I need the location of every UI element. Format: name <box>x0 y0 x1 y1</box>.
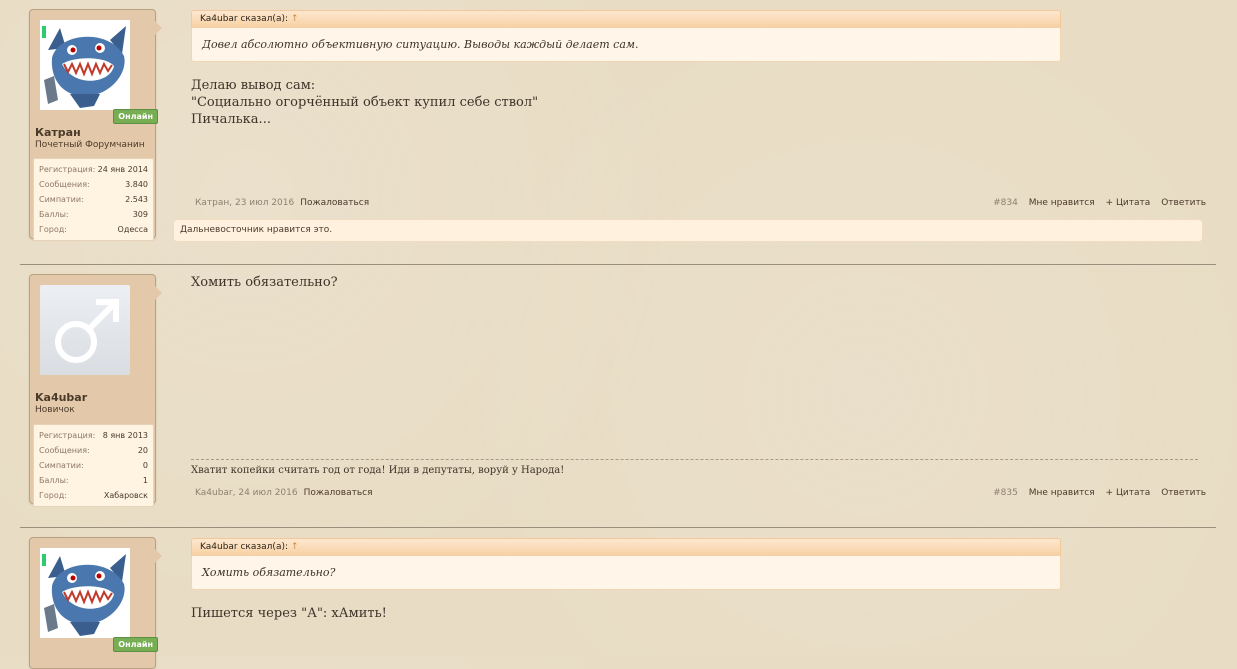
user-panel-ka4ubar: Ka4ubar Новичок Регистрация: 8 янв 2013 С… <box>29 274 162 507</box>
post-number-link[interactable]: #835 <box>993 488 1018 498</box>
post-meta: Ka4ubar, 24 июл 2016 Пожаловаться #835 Мн… <box>195 488 1206 501</box>
stat-key: Регистрация: <box>39 431 96 440</box>
stat-value: 20 <box>137 446 148 455</box>
post-byline: Ka4ubar, 24 июл 2016 Пожаловаться <box>195 488 373 498</box>
user-stats: Регистрация: 24 янв 2014 Сообщения: 3.840 … <box>33 158 154 241</box>
post-number-link[interactable]: #834 <box>993 198 1018 208</box>
message-body: Делаю вывод сам: "Социально огорчённый о… <box>191 77 538 128</box>
post-divider <box>20 264 1216 265</box>
avatar-shark[interactable] <box>40 20 130 110</box>
post-byline: Катран, 23 июл 2016 Пожаловаться <box>195 198 369 208</box>
reply-button[interactable]: Ответить <box>1161 488 1206 498</box>
online-badge: Онлайн <box>113 637 158 652</box>
message-line: Делаю вывод сам: <box>191 78 316 93</box>
stat-value: 0 <box>142 461 148 470</box>
post-divider <box>20 527 1216 528</box>
user-panel-katran: Онлайн <box>29 537 162 669</box>
stat-value: 2.543 <box>125 195 148 204</box>
stat-value: 309 <box>132 210 148 219</box>
quote-author: Ka4ubar сказал(а): <box>200 14 289 24</box>
panel-arrow <box>155 21 162 35</box>
stat-key: Город: <box>39 225 67 234</box>
post-actions: #834 Мне нравится + Цитата Ответить <box>985 198 1206 208</box>
online-badge: Онлайн <box>113 109 158 124</box>
user-stats: Регистрация: 8 янв 2013 Сообщения: 20 Симп… <box>33 424 154 507</box>
message-body: Пишется через "А": хАмить! <box>191 606 387 621</box>
stat-value: Одесса <box>117 225 148 234</box>
signature: Хватит копейки считать год от года! Иди … <box>191 465 565 476</box>
quote-text: Хомить обязательно? <box>191 556 1061 590</box>
quote-header: Ka4ubar сказал(а): ↑ <box>191 538 1061 556</box>
stat-value: 3.840 <box>125 180 148 189</box>
stat-row: Симпатии: 0 <box>34 458 153 473</box>
quote-header: Ka4ubar сказал(а): ↑ <box>191 10 1061 28</box>
stat-row: Сообщения: 20 <box>34 443 153 458</box>
message-line: "Социально огорчённый объект купил себе … <box>191 95 539 110</box>
reply-button[interactable]: Ответить <box>1161 198 1206 208</box>
stat-value: 1 <box>142 476 148 485</box>
quote-author: Ka4ubar сказал(а): <box>200 542 289 552</box>
stat-key: Город: <box>39 491 67 500</box>
quote-block: Ka4ubar сказал(а): ↑ Довел абсолютно объе… <box>191 10 1061 62</box>
post-actions: #835 Мне нравится + Цитата Ответить <box>985 488 1206 498</box>
author-date-link[interactable]: Катран, 23 июл 2016 <box>195 198 294 208</box>
stat-row: Регистрация: 24 янв 2014 <box>34 162 153 177</box>
avatar-shark[interactable] <box>40 548 130 638</box>
stat-key: Симпатии: <box>39 195 84 204</box>
panel-arrow <box>155 286 162 300</box>
stat-row: Сообщения: 3.840 <box>34 177 153 192</box>
stat-key: Баллы: <box>39 476 69 485</box>
quote-jump-link[interactable]: ↑ <box>291 542 299 552</box>
stat-value: Хабаровск <box>103 491 148 500</box>
signature-divider <box>191 459 1198 460</box>
stat-row: Регистрация: 8 янв 2013 <box>34 428 153 443</box>
report-link[interactable]: Пожаловаться <box>304 488 373 498</box>
post-meta: Катран, 23 июл 2016 Пожаловаться #834 Мне… <box>195 198 1206 211</box>
user-panel-katran: Онлайн Катран Почетный Форумчанин Регист… <box>29 9 162 241</box>
user-title: Почетный Форумчанин <box>35 140 145 150</box>
like-button[interactable]: Мне нравится <box>1029 198 1095 208</box>
stat-key: Сообщения: <box>39 446 90 455</box>
user-title: Новичок <box>35 405 75 415</box>
like-button[interactable]: Мне нравится <box>1029 488 1095 498</box>
avatar-default-male[interactable] <box>40 285 130 375</box>
author-date-link[interactable]: Ka4ubar, 24 июл 2016 <box>195 488 298 498</box>
stat-key: Сообщения: <box>39 180 90 189</box>
likes-summary[interactable]: Дальневосточник нравится это. <box>173 219 1203 242</box>
stat-value: 24 янв 2014 <box>97 165 148 174</box>
stat-value: 8 янв 2013 <box>102 431 148 440</box>
stat-key: Симпатии: <box>39 461 84 470</box>
stat-row: Баллы: 309 <box>34 207 153 222</box>
message-line: Пичалька... <box>191 112 271 127</box>
username[interactable]: Катран <box>35 126 81 139</box>
quote-block: Ka4ubar сказал(а): ↑ Хомить обязательно? <box>191 538 1061 590</box>
username[interactable]: Ka4ubar <box>35 391 87 404</box>
quote-text: Довел абсолютно объективную ситуацию. Вы… <box>191 28 1061 62</box>
stat-row: Симпатии: 2.543 <box>34 192 153 207</box>
panel-arrow <box>155 549 162 563</box>
stat-key: Баллы: <box>39 210 69 219</box>
stat-row: Баллы: 1 <box>34 473 153 488</box>
quote-jump-link[interactable]: ↑ <box>291 14 299 24</box>
stat-key: Регистрация: <box>39 165 96 174</box>
quote-button[interactable]: + Цитата <box>1106 198 1151 208</box>
quote-button[interactable]: + Цитата <box>1106 488 1151 498</box>
stat-row: Город: Хабаровск <box>34 488 153 503</box>
stat-row: Город: Одесса <box>34 222 153 237</box>
message-body: Хомить обязательно? <box>191 275 338 290</box>
report-link[interactable]: Пожаловаться <box>300 198 369 208</box>
